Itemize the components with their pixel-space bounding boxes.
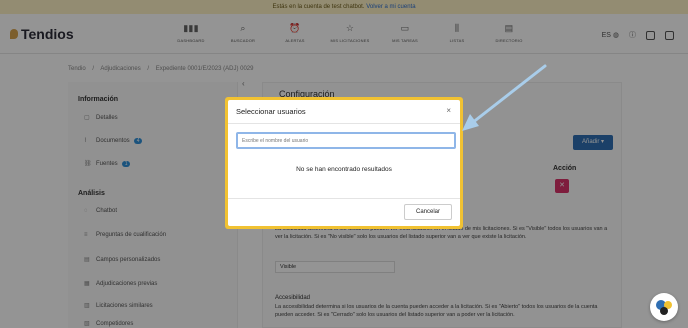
annotation-arrow: [462, 64, 547, 131]
support-chat-button[interactable]: [650, 293, 678, 321]
arrow-shaft: [470, 64, 547, 125]
chat-logo-icon: [656, 300, 672, 315]
arrow-head: [462, 114, 479, 131]
